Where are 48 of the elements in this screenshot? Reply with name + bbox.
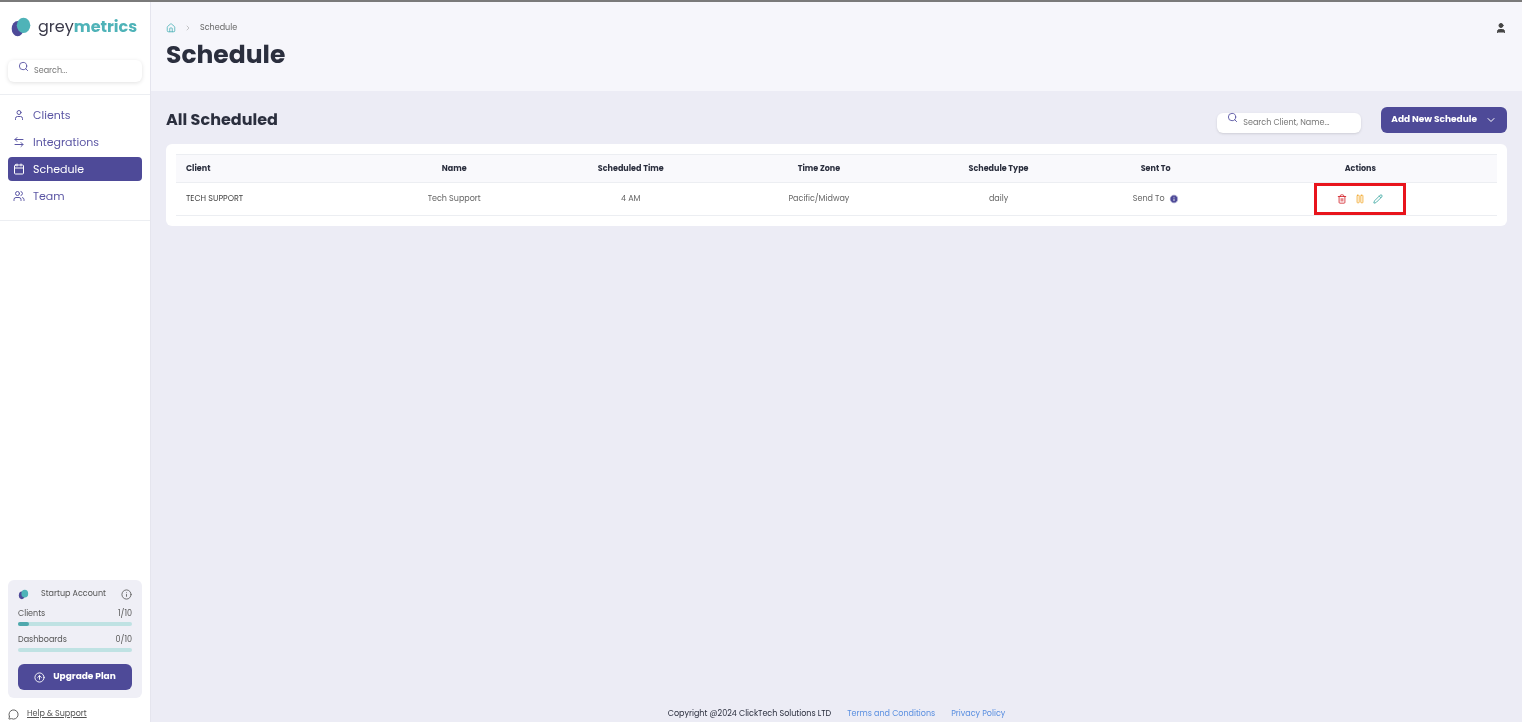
people-icon	[13, 190, 25, 202]
nav-item[interactable]: Integrations	[8, 130, 142, 154]
meter-reading: 1/10	[118, 608, 132, 620]
nav-item[interactable]: Clients	[8, 103, 142, 127]
column-header: Client	[186, 162, 211, 174]
nav-item[interactable]: Schedule	[8, 157, 142, 181]
meter-label: Clients	[18, 608, 46, 620]
page-title: Schedule	[166, 42, 287, 67]
table-cell: Send To	[1132, 193, 1165, 205]
column-header: Name	[441, 162, 467, 174]
calendar-icon	[13, 163, 25, 175]
logo-icon	[18, 588, 29, 600]
column-header: Scheduled Time	[597, 162, 664, 174]
meter-label: Dashboards	[18, 634, 67, 646]
table-cell: daily	[988, 193, 1009, 204]
meter-reading: 0/10	[115, 634, 132, 646]
breadcrumb-item[interactable]: Schedule	[200, 22, 238, 34]
search-icon	[18, 61, 29, 72]
chat-icon	[8, 708, 19, 720]
nav-item[interactable]: Team	[8, 184, 142, 208]
chevron-icon	[184, 24, 192, 32]
table-cell: 4 AM	[621, 193, 641, 204]
edit-icon[interactable]	[1373, 194, 1384, 204]
help-link[interactable]: Help & Support	[27, 708, 87, 720]
user-icon[interactable]	[1495, 22, 1507, 34]
person-icon	[13, 109, 25, 121]
account-title: Startup Account	[41, 588, 107, 600]
logo-icon	[10, 16, 32, 38]
table-cell: Pacific/Midway	[788, 193, 850, 204]
column-header: Schedule Type	[968, 162, 1029, 174]
section-title: All Scheduled	[166, 108, 279, 132]
search-field[interactable]: Search Client, Name...	[1217, 112, 1362, 133]
home-icon[interactable]	[166, 23, 176, 33]
add-schedule-button[interactable]: Add New Schedule	[1381, 107, 1507, 133]
upgrade-button[interactable]: Upgrade Plan	[18, 664, 132, 690]
table-cell: Tech Support	[427, 193, 481, 204]
brand-name: greymetrics	[38, 19, 138, 35]
search-field[interactable]: Search...	[8, 60, 142, 82]
arrow-up-icon	[34, 671, 46, 683]
info-icon[interactable]	[121, 588, 132, 600]
table-cell: TECH SUPPORT	[186, 193, 244, 204]
search-icon	[1227, 111, 1239, 123]
column-header: Time Zone	[797, 162, 841, 174]
copyright-text: Copyright @2024 ClickTech Solutions LTD	[667, 708, 832, 720]
column-header: Actions	[1344, 162, 1376, 174]
column-header: Sent To	[1140, 162, 1171, 174]
arrows-icon	[13, 136, 25, 148]
delete-icon[interactable]	[1337, 194, 1348, 204]
